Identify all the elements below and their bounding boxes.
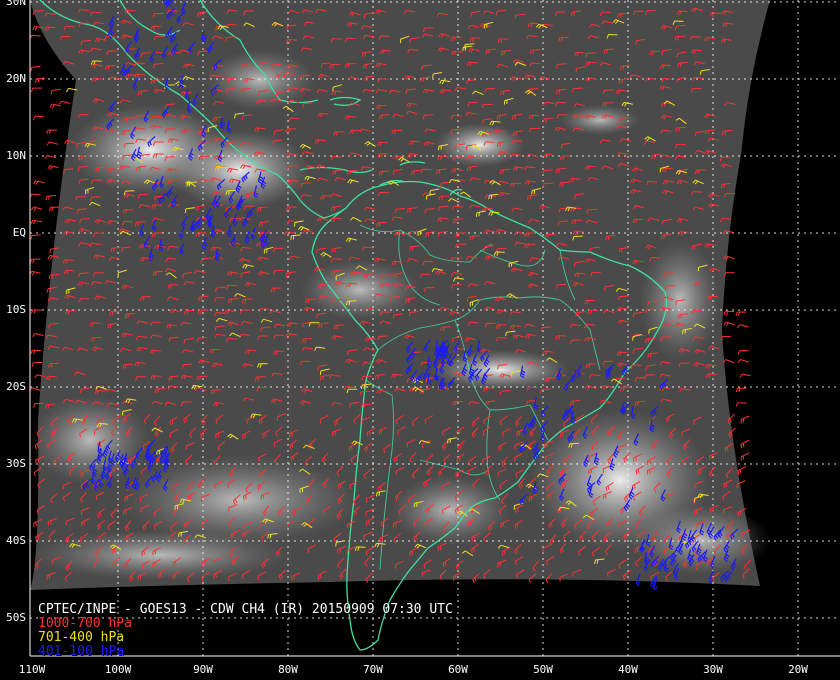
lat-label-20n: 20N xyxy=(6,72,26,85)
legend-mid-level: 701-400 hPa xyxy=(38,630,125,645)
lon-label-70w: 70W xyxy=(363,663,383,676)
lon-label-100w: 100W xyxy=(104,663,132,676)
legend-high-level: 401-100 hPa xyxy=(38,644,125,659)
lat-label-50s: 50S xyxy=(6,611,26,624)
map-canvas xyxy=(29,0,840,657)
lat-label-10s: 10S xyxy=(6,303,26,316)
lon-label-80w: 80W xyxy=(278,663,298,676)
lon-label-20w: 20W xyxy=(788,663,808,676)
lon-label-30w: 30W xyxy=(703,663,723,676)
lat-label-20s: 20S xyxy=(6,380,26,393)
lat-label-30n: 30N xyxy=(6,0,26,8)
lon-label-60w: 60W xyxy=(448,663,468,676)
map-title: CPTEC/INPE - GOES13 - CDW CH4 (IR) 20150… xyxy=(38,602,453,617)
legend-low-level: 1000-700 hPa xyxy=(38,616,132,631)
lon-label-50w: 50W xyxy=(533,663,553,676)
lon-label-90w: 90W xyxy=(193,663,213,676)
lat-label-eq: EQ xyxy=(12,226,26,239)
lat-label-10n: 10N xyxy=(6,149,26,162)
lat-label-40s: 40S xyxy=(6,534,26,547)
lon-label-40w: 40W xyxy=(618,663,638,676)
lon-label-110w: 110W xyxy=(18,663,46,676)
lat-label-30s: 30S xyxy=(6,457,26,470)
map-legend: CPTEC/INPE - GOES13 - CDW CH4 (IR) 20150… xyxy=(38,603,453,659)
satellite-wind-map: 30N 20N 10N EQ 10S 20S 30S 40S 50S 110W … xyxy=(0,0,840,680)
